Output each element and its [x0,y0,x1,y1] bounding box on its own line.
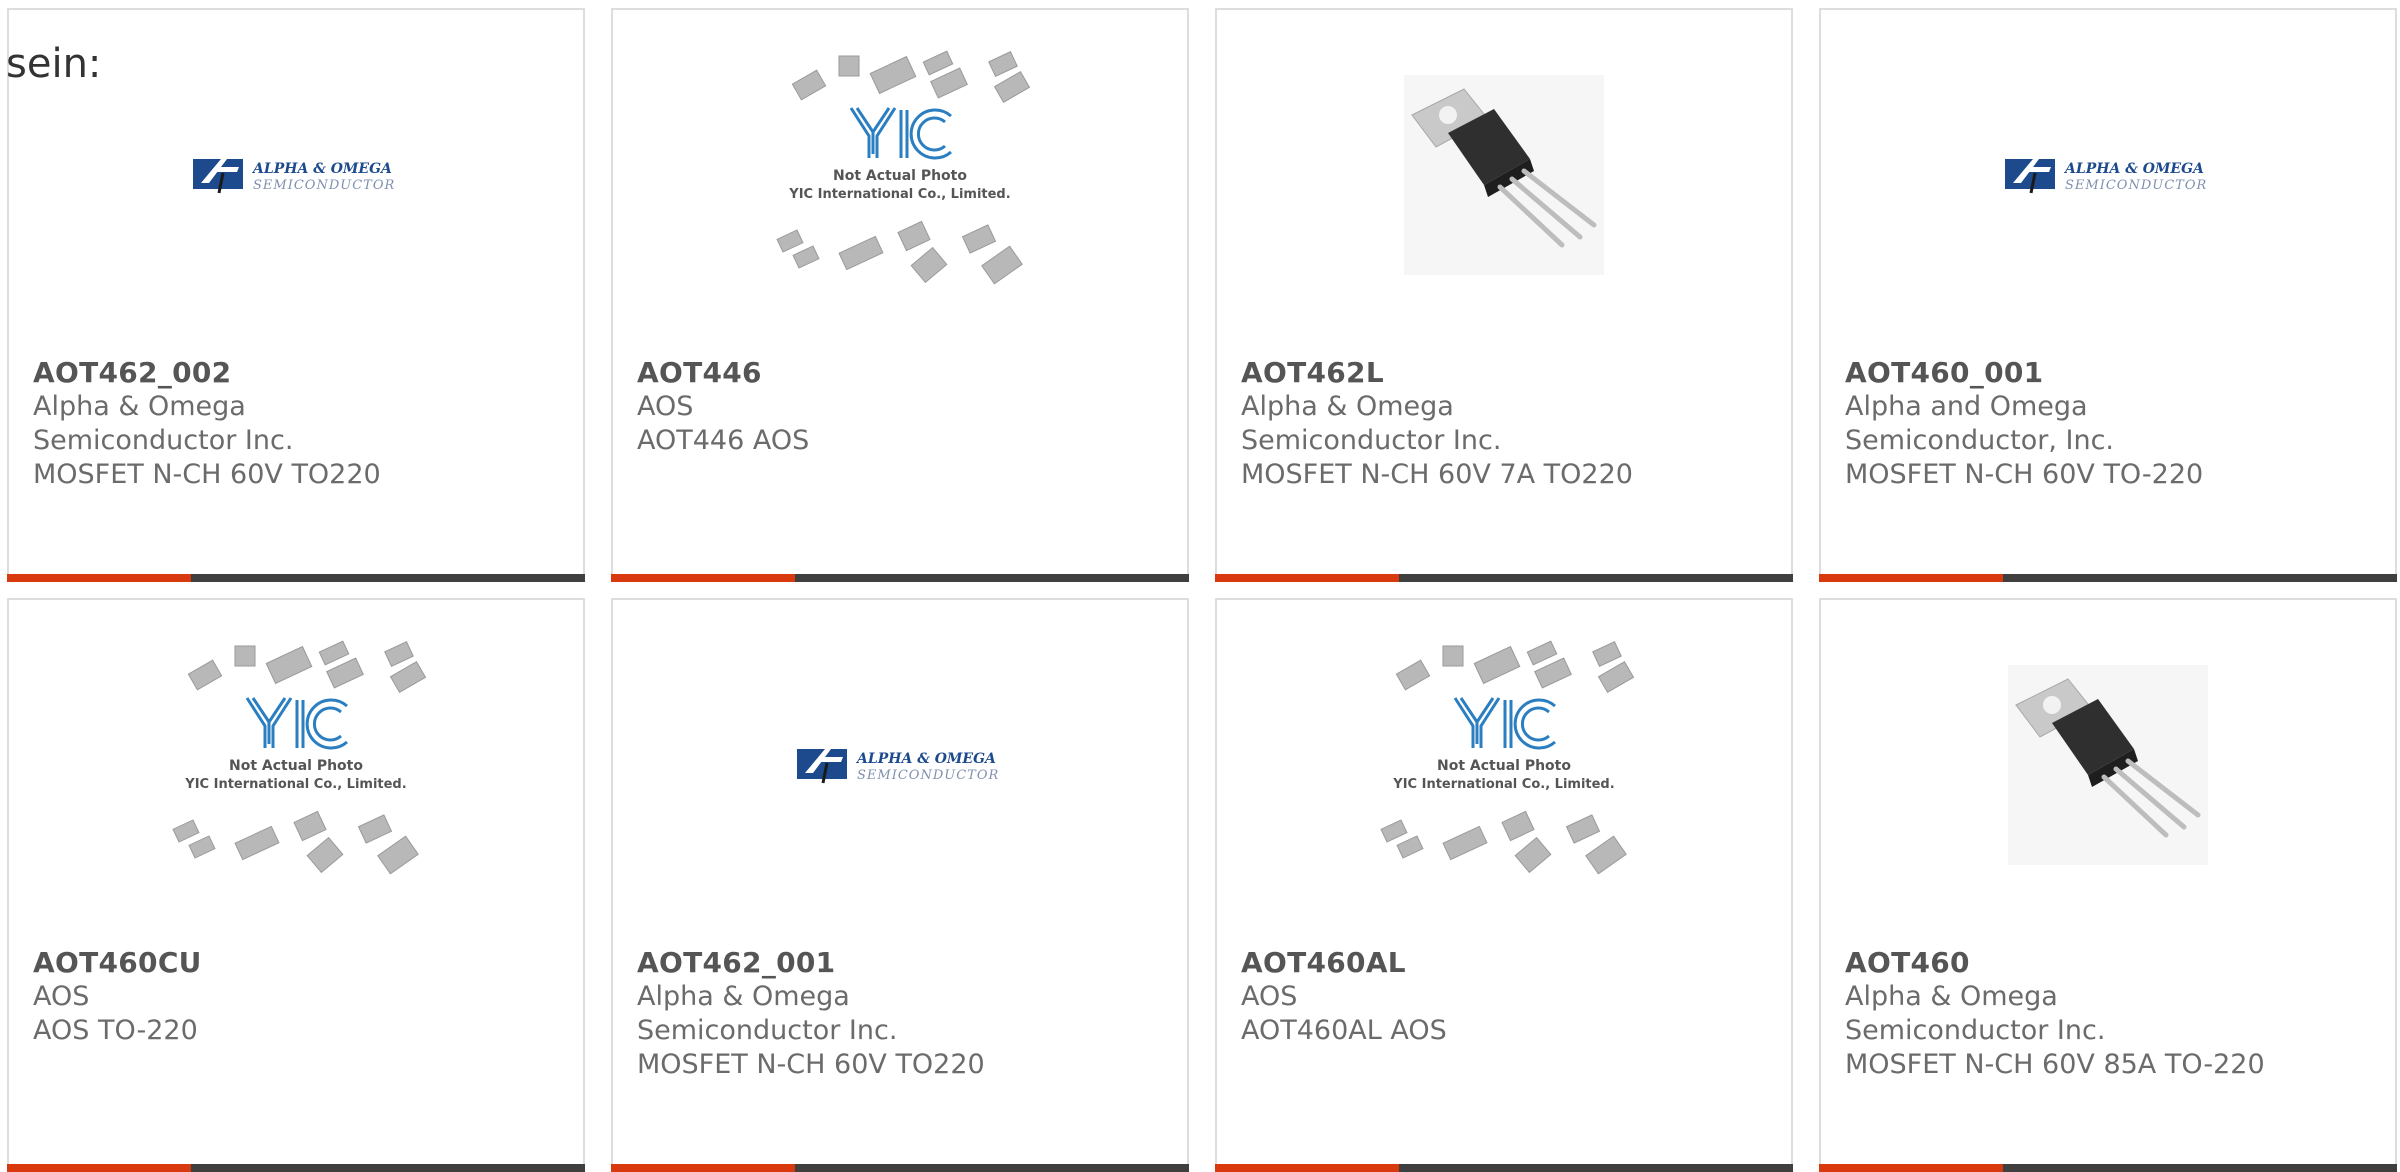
product-info: AOT462_002 Alpha & Omega Semiconductor In… [33,356,453,492]
transistor-icon [1404,75,1604,275]
logo-text-line1: ALPHA & OMEGA [855,751,996,767]
product-info: AOT460 Alpha & Omega Semiconductor Inc. MO… [1845,946,2265,1082]
card-bottom-bar [7,574,585,582]
part-number-link[interactable]: AOT460 [1845,946,2265,980]
yic-logo-icon: Not Actual Photo YIC International Co., … [172,640,427,875]
yic-logo-icon: Not Actual Photo YIC International Co., … [776,50,1031,285]
product-description: MOSFET N-CH 60V TO220 [33,459,381,490]
logo-text-line1: ALPHA & OMEGA [2063,161,2204,177]
manufacturer-name: Alpha & Omega Semiconductor Inc. [1845,981,2106,1046]
product-description: AOT460AL AOS [1241,1015,1447,1046]
part-number-link[interactable]: AOT462L [1241,356,1661,390]
card-bottom-bar [1215,1164,1793,1172]
product-photo[interactable] [1821,600,2395,930]
part-number-link[interactable]: AOT446 [637,356,1057,390]
product-description: MOSFET N-CH 60V 7A TO220 [1241,459,1633,490]
alpha-omega-logo-icon: ALPHA & OMEGA SEMICONDUCTOR [193,159,395,194]
part-number-link[interactable]: AOT462_002 [33,356,453,390]
placeholder-caption-line2: YIC International Co., Limited. [788,187,1010,202]
product-card[interactable]: AOT462L Alpha & Omega Semiconductor Inc. M… [1215,8,1793,582]
manufacturer-name: AOS [637,391,694,422]
alpha-omega-logo-icon: ALPHA & OMEGA SEMICONDUCTOR [2005,159,2207,194]
manufacturer-name: Alpha & Omega Semiconductor Inc. [33,391,294,456]
card-accent-bar [7,1164,191,1172]
product-card[interactable]: ALPHA & OMEGA SEMICONDUCTOR AOT460_001 Al… [1819,8,2397,582]
card-accent-bar [1215,1164,1399,1172]
manufacturer-name: Alpha & Omega Semiconductor Inc. [1241,391,1502,456]
logo-text-line1: ALPHA & OMEGA [251,161,392,177]
placeholder-caption-line2: YIC International Co., Limited. [1392,777,1614,792]
product-info: AOT460_001 Alpha and Omega Semiconductor,… [1845,356,2265,492]
product-description: MOSFET N-CH 60V 85A TO-220 [1845,1049,2265,1080]
placeholder-caption-line1: Not Actual Photo [833,168,967,184]
product-info: AOT460AL AOS AOT460AL AOS [1241,946,1661,1048]
logo-text-line2: SEMICONDUCTOR [253,178,395,193]
placeholder-caption-line1: Not Actual Photo [1437,758,1571,774]
card-bottom-bar [611,574,1189,582]
product-description: MOSFET N-CH 60V TO220 [637,1049,985,1080]
manufacturer-name: AOS [33,981,90,1012]
card-bottom-bar [1819,574,2397,582]
card-bottom-bar [611,1164,1189,1172]
product-card[interactable]: Not Actual Photo YIC International Co., … [7,598,585,1172]
product-info: AOT460CU AOS AOS TO-220 [33,946,453,1048]
manufacturer-name: Alpha and Omega Semiconductor, Inc. [1845,391,2114,456]
product-card[interactable]: Not Actual Photo YIC International Co., … [1215,598,1793,1172]
placeholder-caption-line2: YIC International Co., Limited. [184,777,406,792]
logo-text-line2: SEMICONDUCTOR [857,768,999,783]
placeholder-image[interactable]: Not Actual Photo YIC International Co., … [1217,600,1791,930]
part-number-link[interactable]: AOT460_001 [1845,356,2265,390]
alpha-omega-logo-icon: ALPHA & OMEGA SEMICONDUCTOR [797,749,999,784]
placeholder-image[interactable]: Not Actual Photo YIC International Co., … [613,10,1187,340]
product-info: AOT462_001 Alpha & Omega Semiconductor In… [637,946,1057,1082]
part-number-link[interactable]: AOT462_001 [637,946,1057,980]
product-card[interactable]: ALPHA & OMEGA SEMICONDUCTOR AOT462_001 Al… [611,598,1189,1172]
product-photo[interactable] [1217,10,1791,340]
product-card[interactable]: ALPHA & OMEGA SEMICONDUCTOR AOT462_002 Al… [7,8,585,582]
product-info: AOT462L Alpha & Omega Semiconductor Inc. M… [1241,356,1661,492]
card-accent-bar [1215,574,1399,582]
product-description: AOS TO-220 [33,1015,198,1046]
logo-text-line2: SEMICONDUCTOR [2065,178,2207,193]
yic-logo-icon: Not Actual Photo YIC International Co., … [1380,640,1635,875]
card-accent-bar [611,1164,795,1172]
intro-text: sein: [6,41,102,87]
manufacturer-name: AOS [1241,981,1298,1012]
product-card[interactable]: Not Actual Photo YIC International Co., … [611,8,1189,582]
manufacturer-name: Alpha & Omega Semiconductor Inc. [637,981,898,1046]
card-accent-bar [611,574,795,582]
card-bottom-bar [1819,1164,2397,1172]
product-card[interactable]: AOT460 Alpha & Omega Semiconductor Inc. MO… [1819,598,2397,1172]
card-accent-bar [1819,574,2003,582]
product-description: AOT446 AOS [637,425,810,456]
product-info: AOT446 AOS AOT446 AOS [637,356,1057,458]
product-description: MOSFET N-CH 60V TO-220 [1845,459,2204,490]
card-bottom-bar [1215,574,1793,582]
card-bottom-bar [7,1164,585,1172]
placeholder-caption-line1: Not Actual Photo [229,758,363,774]
manufacturer-logo-image[interactable]: ALPHA & OMEGA SEMICONDUCTOR [613,600,1187,930]
placeholder-image[interactable]: Not Actual Photo YIC International Co., … [9,600,583,930]
part-number-link[interactable]: AOT460AL [1241,946,1661,980]
card-accent-bar [1819,1164,2003,1172]
transistor-icon [2008,665,2208,865]
card-accent-bar [7,574,191,582]
manufacturer-logo-image[interactable]: ALPHA & OMEGA SEMICONDUCTOR [1821,10,2395,340]
part-number-link[interactable]: AOT460CU [33,946,453,980]
